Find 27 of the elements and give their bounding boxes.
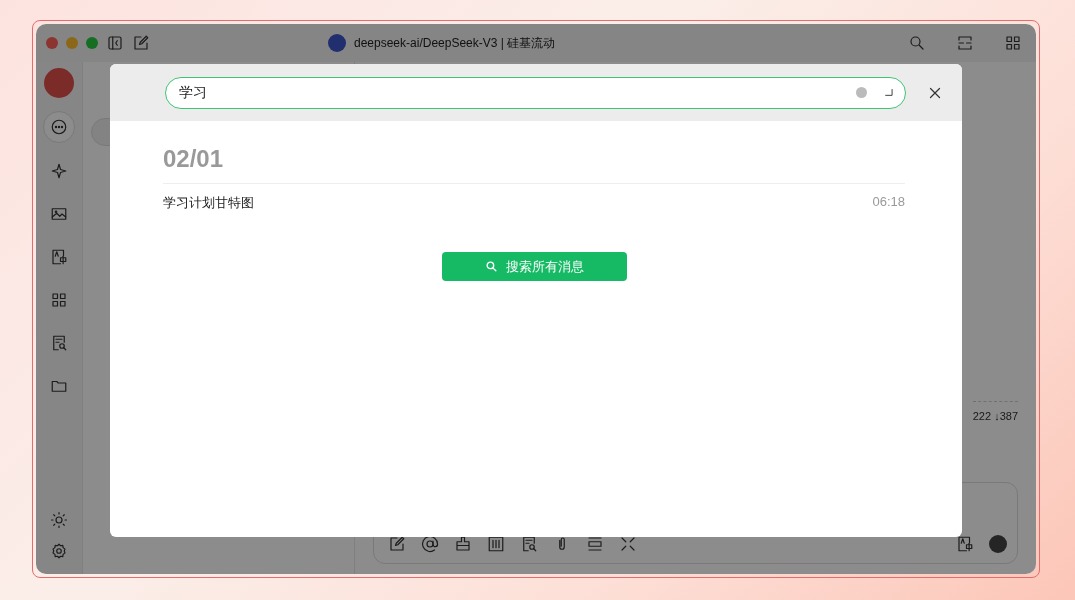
grid-icon[interactable] — [1004, 34, 1022, 52]
grid-icon[interactable] — [50, 291, 68, 309]
search-field[interactable]: 学习 — [165, 76, 906, 109]
search-icon[interactable] — [908, 34, 926, 52]
search-icon — [484, 260, 498, 273]
sidebar-toggle-icon[interactable] — [106, 34, 124, 52]
app-logo-icon — [44, 68, 74, 98]
edit-icon[interactable] — [388, 535, 406, 553]
image-icon[interactable] — [50, 205, 68, 223]
document-search-icon[interactable] — [520, 535, 538, 553]
result-title[interactable]: 学习计划甘特图 — [163, 194, 254, 212]
translate-icon[interactable] — [50, 248, 68, 266]
window-title: deepseek-ai/DeepSeek-V3 | 硅基流动 — [354, 34, 556, 52]
token-count: 222 ↓387 — [972, 401, 1018, 422]
translate-icon[interactable] — [956, 535, 974, 553]
chat-bubble-icon[interactable] — [50, 118, 68, 136]
result-time: 06:18 — [872, 194, 905, 211]
date-heading: 02/01 — [163, 145, 905, 184]
send-button[interactable] — [989, 535, 1007, 553]
sun-icon[interactable] — [50, 511, 68, 529]
split-view-icon[interactable] — [956, 34, 974, 52]
sparkle-icon[interactable] — [50, 162, 68, 180]
settings-icon[interactable] — [50, 542, 68, 560]
sliders-icon[interactable] — [487, 535, 505, 553]
at-sign-icon[interactable] — [421, 535, 439, 553]
expand-icon[interactable] — [619, 535, 637, 553]
model-logo-icon — [328, 34, 346, 52]
